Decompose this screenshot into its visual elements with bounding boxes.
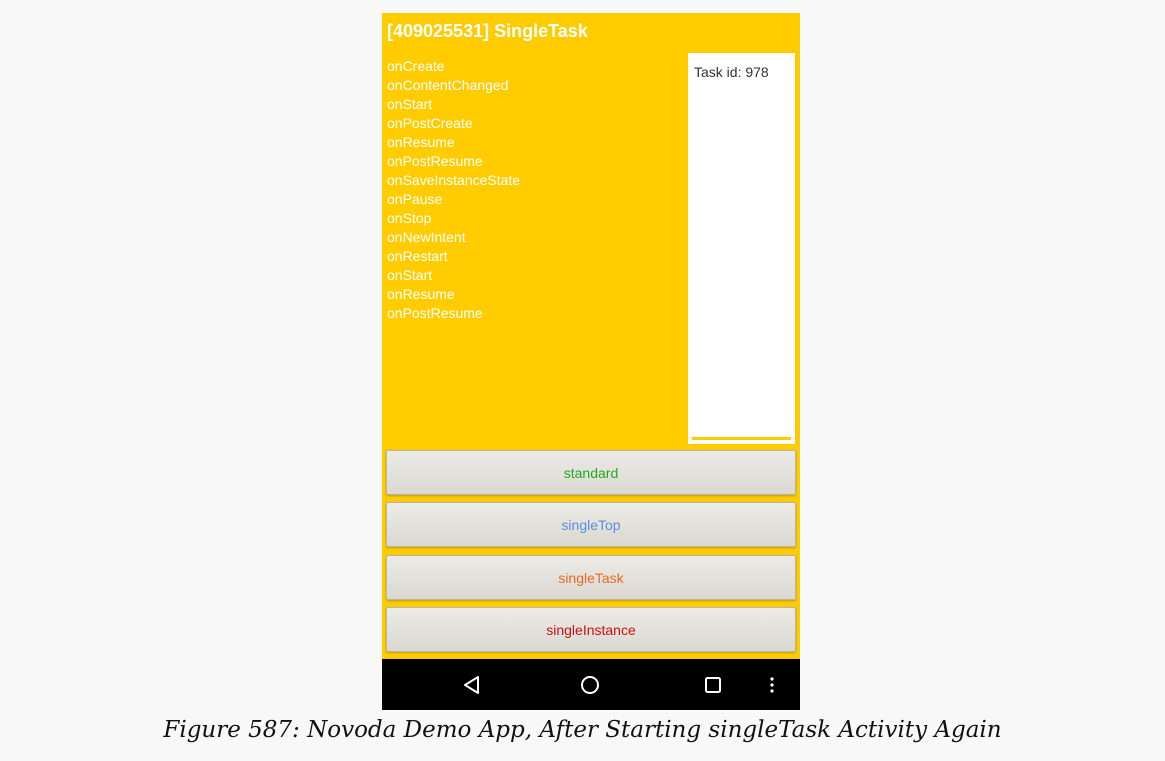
log-entry: onPostCreate [387, 115, 473, 131]
log-entry: onNewIntent [387, 229, 466, 245]
log-entry: onCreate [387, 58, 445, 74]
back-icon [464, 675, 479, 694]
home-icon [581, 675, 599, 694]
panel-scrollbar[interactable] [692, 437, 791, 440]
log-entry: onStop [387, 210, 432, 226]
log-entry: onPostResume [387, 153, 483, 169]
lifecycle-log: onCreate onContentChanged onStart onPost… [387, 57, 520, 323]
back-button[interactable] [442, 659, 502, 710]
single-top-button[interactable]: singleTop [386, 502, 796, 547]
task-id-label: Task id: 978 [694, 64, 769, 80]
log-entry: onSaveInstanceState [387, 172, 521, 188]
activity-title: [409025531] SingleTask [387, 21, 588, 41]
log-entry: onResume [387, 134, 455, 150]
figure-caption: Figure 587: Novoda Demo App, After Start… [163, 717, 1002, 743]
standard-button[interactable]: standard [386, 450, 796, 495]
single-instance-button[interactable]: singleInstance [386, 607, 796, 652]
log-entry: onRestart [387, 248, 448, 264]
task-info-panel[interactable]: Task id: 978 [688, 53, 795, 444]
log-entry: onStart [387, 96, 433, 112]
log-entry: onContentChanged [387, 77, 509, 93]
log-entry: onPause [387, 191, 443, 207]
log-entry: onPostResume [387, 305, 483, 321]
home-button[interactable] [560, 659, 620, 710]
overflow-menu-button[interactable] [752, 659, 792, 710]
recents-button[interactable] [683, 659, 743, 710]
phone-screen: [409025531] SingleTask onCreate onConten… [382, 13, 800, 710]
log-entry: onResume [387, 286, 455, 302]
log-entry: onStart [387, 267, 433, 283]
navigation-bar [382, 659, 800, 710]
single-task-button[interactable]: singleTask [386, 555, 796, 600]
menu-icon [770, 676, 774, 693]
recents-icon [705, 676, 721, 693]
